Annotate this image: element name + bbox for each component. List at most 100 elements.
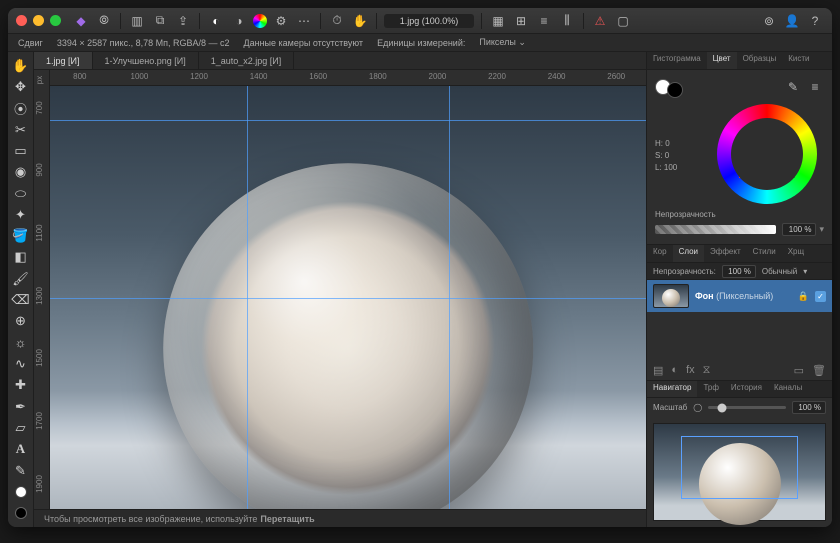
zoom-value[interactable]: 100 % (792, 401, 826, 414)
hue-icon[interactable]: ◐ (207, 12, 225, 30)
snap-icon[interactable]: ⊞ (512, 12, 530, 30)
add-layer-icon[interactable]: ▭ (794, 364, 804, 377)
dodge-tool[interactable]: ☼ (11, 333, 31, 352)
tab-swatches[interactable]: Образцы (737, 52, 783, 69)
zoom-out-icon[interactable]: ◯ (693, 403, 702, 412)
tab-effects[interactable]: Эффект (704, 245, 747, 262)
navigator-thumbnail[interactable] (653, 423, 826, 521)
shape-tool[interactable]: ▱ (11, 418, 31, 437)
timer-icon[interactable]: ⏱ (328, 12, 346, 30)
color-picker-tool[interactable]: ⦿ (11, 99, 31, 118)
visibility-checkbox[interactable]: ✓ (815, 291, 826, 302)
erase-tool[interactable]: ⌫ (11, 290, 31, 309)
canvas-area: 1.jpg [И] 1-Улучшено.png [И] 1_auto_x2.j… (34, 52, 646, 527)
tab-history[interactable]: История (725, 381, 768, 397)
crop-tool[interactable]: ✂ (11, 120, 31, 139)
ruler-tick-label: 2200 (488, 72, 506, 81)
more-icon[interactable]: ⋯ (295, 12, 313, 30)
zoom-slider[interactable] (708, 406, 786, 409)
fill-tool[interactable]: 🪣 (11, 227, 31, 246)
zoom-window-button[interactable] (50, 15, 61, 26)
units-dropdown[interactable]: Пикселы ⌄ (479, 37, 526, 48)
adjustment-icon[interactable]: ◐ (671, 364, 678, 376)
clone-tool[interactable]: ⊕ (11, 312, 31, 331)
background-swatch[interactable] (11, 504, 31, 523)
tab-transform[interactable]: Трф (697, 381, 724, 397)
opacity-value[interactable]: 100 % (782, 223, 816, 236)
foreground-swatch[interactable] (11, 482, 31, 501)
eyedropper-tool[interactable]: ✎ (11, 461, 31, 480)
nav-panel-tabs: Навигатор Трф История Каналы (647, 381, 832, 398)
right-panels: Гистограмма Цвет Образцы Кисти ✎ ≡ H: 0 … (646, 52, 832, 527)
vertical-ruler[interactable]: px 70090011001300150017001900 (34, 70, 50, 509)
document-tab[interactable]: 1.jpg [И] (34, 52, 93, 69)
opacity-slider[interactable] (655, 225, 776, 234)
smudge-tool[interactable]: ∿ (11, 354, 31, 373)
panel-menu-icon[interactable]: ≡ (806, 78, 824, 96)
fx-icon[interactable]: fx (686, 364, 695, 376)
hand-tool[interactable]: ✋ (11, 56, 31, 75)
guide-vertical[interactable] (449, 86, 450, 509)
lasso-tool[interactable]: ◉ (11, 163, 31, 182)
color-wheel[interactable] (717, 104, 817, 204)
layers-icon[interactable]: ⧉ (151, 12, 169, 30)
hand-icon[interactable]: ✋ (351, 12, 369, 30)
tab-layers[interactable]: Слои (673, 245, 704, 262)
heal-tool[interactable]: ✚ (11, 376, 31, 395)
chevron-down-icon[interactable]: ▾ (819, 224, 824, 235)
grid-icon[interactable]: ▦ (489, 12, 507, 30)
document-tab[interactable]: 1_auto_x2.jpg [И] (199, 52, 295, 69)
help-icon[interactable]: ? (806, 12, 824, 30)
tab-stock[interactable]: Хрщ (782, 245, 810, 262)
text-tool[interactable]: A (11, 440, 31, 459)
gradient-tool[interactable]: ◧ (11, 248, 31, 267)
move-tool[interactable]: ✥ (11, 77, 31, 96)
guide-horizontal[interactable] (50, 298, 646, 299)
minimize-window-button[interactable] (33, 15, 44, 26)
close-window-button[interactable] (16, 15, 27, 26)
document-tab[interactable]: 1-Улучшено.png [И] (93, 52, 199, 69)
layers-panel-tabs: Кор Слои Эффект Стили Хрщ (647, 245, 832, 263)
tab-histogram[interactable]: Гистограмма (647, 52, 707, 69)
marquee-tool[interactable]: ▭ (11, 141, 31, 160)
tab-adjustments[interactable]: Кор (647, 245, 673, 262)
delete-layer-icon[interactable]: 🗑 (812, 364, 826, 377)
blend-mode-dropdown[interactable]: Обычный (762, 267, 797, 276)
document-title[interactable]: 1.jpg (100.0%) (384, 14, 474, 28)
canvas[interactable] (50, 86, 646, 509)
lock-icon[interactable]: 🔒 (798, 291, 809, 302)
guide-vertical[interactable] (247, 86, 248, 509)
layer-opacity-value[interactable]: 100 % (722, 265, 756, 278)
flood-select-tool[interactable]: ✦ (11, 205, 31, 224)
live-filter-icon[interactable]: ⧖ (703, 364, 711, 377)
account-icon[interactable]: 👤 (783, 12, 801, 30)
share-icon[interactable]: ⇪ (174, 12, 192, 30)
tab-styles[interactable]: Стили (747, 245, 782, 262)
tab-channels[interactable]: Каналы (768, 381, 808, 397)
pen-tool[interactable]: ✒ (11, 397, 31, 416)
distribute-icon[interactable]: ⫼ (558, 12, 576, 30)
tab-navigator[interactable]: Навигатор (647, 381, 697, 397)
color-triangle[interactable] (739, 130, 795, 178)
open-icon[interactable]: ▥ (128, 12, 146, 30)
secondary-color-swatch[interactable] (667, 82, 683, 98)
gear-icon[interactable]: ⚙ (272, 12, 290, 30)
contrast-icon[interactable]: ◑ (230, 12, 248, 30)
warning-icon[interactable]: ⚠ (591, 12, 609, 30)
assistant-icon[interactable]: ⊚ (760, 12, 778, 30)
guide-horizontal[interactable] (50, 120, 646, 121)
status-bar: Чтобы просмотреть все изображение, испол… (34, 509, 646, 527)
brush-tool[interactable]: 🖌 (11, 269, 31, 288)
swatch-icon[interactable]: ▢ (614, 12, 632, 30)
align-icon[interactable]: ≡ (535, 12, 553, 30)
mask-icon[interactable]: ▤ (653, 364, 663, 377)
horizontal-ruler[interactable]: 800100012001400160018002000220024002600 (50, 70, 646, 86)
tab-color[interactable]: Цвет (707, 52, 737, 69)
eyedropper-icon[interactable]: ✎ (784, 78, 802, 96)
selection-brush-tool[interactable]: ⬭ (11, 184, 31, 203)
tab-brushes[interactable]: Кисти (782, 52, 815, 69)
layer-row[interactable]: Фон (Пиксельный) 🔒 ✓ (647, 280, 832, 312)
navigator-viewport-box[interactable] (681, 436, 797, 499)
palette-icon[interactable] (253, 14, 267, 28)
persona-picker[interactable]: ⦾ (95, 12, 113, 30)
